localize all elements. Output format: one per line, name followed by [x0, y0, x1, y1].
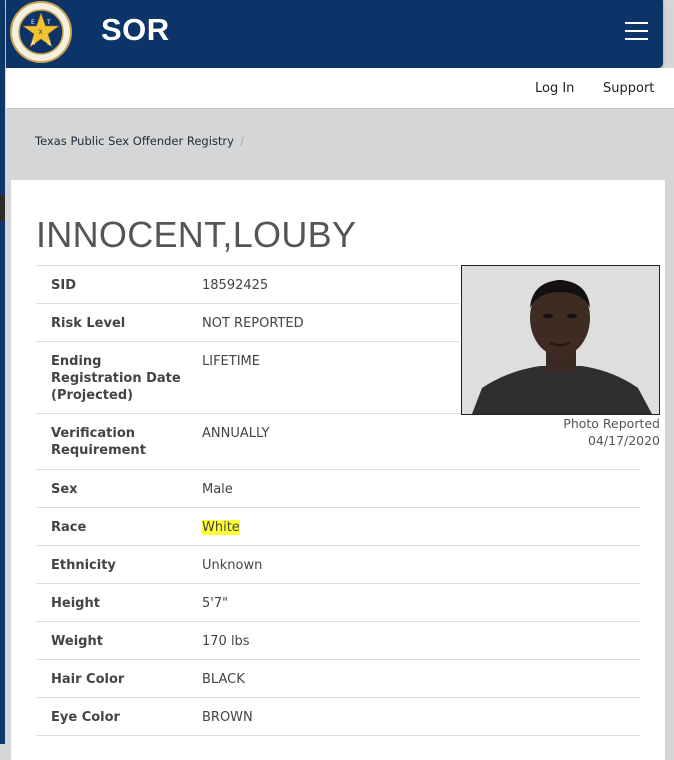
person-photo-icon [462, 266, 659, 414]
field-row-race: Race White [36, 507, 640, 545]
offender-name: INNOCENT,LOUBY [36, 214, 357, 255]
top-navigation: Log In Support [6, 68, 674, 109]
field-label: Eye Color [51, 710, 120, 725]
offender-card: INNOCENT,LOUBY SID 18592425 Risk Level N… [11, 180, 665, 760]
field-value: 5'7" [202, 596, 229, 611]
hamburger-menu-icon[interactable] [625, 22, 649, 42]
field-label: Hair Color [51, 672, 125, 687]
field-value: Male [202, 482, 233, 497]
field-value: ANNUALLY [202, 426, 270, 441]
highlighted-race-value: White [202, 520, 240, 535]
field-label: Height [51, 596, 100, 611]
photo-reported-date: 04/17/2020 [587, 433, 660, 448]
field-label: Race [51, 520, 87, 535]
seal-letter: X [39, 29, 43, 36]
left-page-edge [0, 0, 5, 744]
field-row-verification-requirement: Verification Requirement ANNUALLY [36, 413, 640, 469]
photo-reported-label: Photo Reported [563, 416, 660, 431]
field-row-ethnicity: Ethnicity Unknown [36, 545, 640, 583]
field-row-height: Height 5'7" [36, 583, 640, 621]
seal-letter: E [31, 19, 35, 26]
login-link[interactable]: Log In [535, 81, 574, 96]
support-link[interactable]: Support [603, 81, 654, 96]
field-row-eye-color: Eye Color BROWN [36, 697, 640, 736]
field-label: Ethnicity [51, 558, 116, 573]
field-label: SID [51, 278, 76, 293]
site-header: E X T A S SOR [6, 0, 663, 68]
dps-seal-icon[interactable]: E X T A S [9, 0, 73, 64]
field-label: Sex [51, 482, 78, 497]
breadcrumb-registry-link[interactable]: Texas Public Sex Offender Registry [35, 134, 234, 148]
breadcrumb-separator: / [239, 134, 244, 148]
field-row-sex: Sex Male [36, 469, 640, 507]
brand-title[interactable]: SOR [101, 12, 170, 48]
field-value: NOT REPORTED [202, 316, 304, 331]
offender-photo[interactable] [461, 265, 660, 415]
field-value: Unknown [202, 558, 263, 573]
field-label: Risk Level [51, 316, 126, 331]
field-label: Ending Registration Date (Projected) [51, 354, 181, 403]
field-value: BROWN [202, 710, 253, 725]
field-value: BLACK [202, 672, 245, 687]
seal-letter: T [46, 19, 51, 26]
field-value: 18592425 [202, 278, 269, 293]
seal-letter: S [47, 40, 51, 47]
field-value: White [202, 519, 240, 536]
field-row-risk-level: Risk Level NOT REPORTED [36, 303, 459, 341]
edge-notch [0, 195, 5, 221]
photo-caption: Photo Reported 04/17/2020 [563, 415, 660, 449]
field-row-hair-color: Hair Color BLACK [36, 659, 640, 697]
breadcrumb: Texas Public Sex Offender Registry / [35, 134, 244, 148]
field-value: 170 lbs [202, 634, 250, 649]
field-value: LIFETIME [202, 354, 260, 369]
field-label: Weight [51, 634, 103, 649]
field-label: Verification Requirement [51, 426, 146, 458]
field-row-ending-registration-date: Ending Registration Date (Projected) LIF… [36, 341, 459, 413]
field-row-sid: SID 18592425 [36, 265, 459, 303]
field-row-weight: Weight 170 lbs [36, 621, 640, 659]
